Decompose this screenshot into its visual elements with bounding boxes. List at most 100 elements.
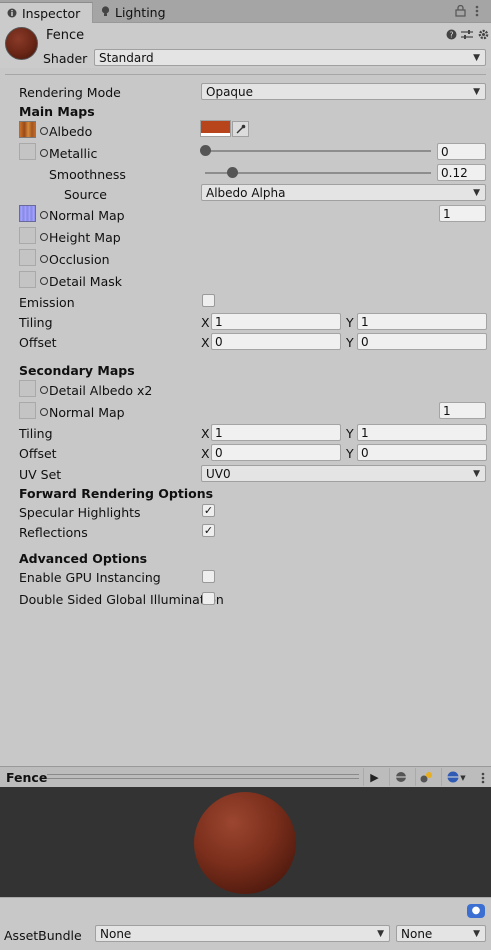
detail-mask-label: Detail Mask: [49, 274, 122, 289]
tiling-y-label: Y: [346, 315, 354, 330]
shader-value: Standard: [99, 50, 154, 65]
material-name: Fence: [46, 28, 85, 43]
asset-bundle-variant-value: None: [401, 926, 433, 941]
reflections-checkbox[interactable]: ✓: [202, 524, 215, 537]
tab-inspector[interactable]: Inspector: [0, 2, 93, 23]
secondary-tiling-y-field[interactable]: 1: [357, 424, 487, 441]
smoothness-value-field[interactable]: 0.12: [437, 164, 486, 181]
tab-lighting[interactable]: Lighting: [94, 2, 187, 23]
normal-map-scale-field[interactable]: 1: [439, 205, 486, 222]
albedo-color-swatch[interactable]: [200, 120, 231, 137]
metallic-texture-slot[interactable]: [19, 143, 36, 160]
svg-text:▼: ▼: [460, 774, 466, 782]
detail-albedo-texture-slot[interactable]: [19, 380, 36, 397]
secondary-maps-heading: Secondary Maps: [19, 363, 135, 378]
metallic-value-field[interactable]: 0: [437, 143, 486, 160]
rendering-mode-dropdown[interactable]: Opaque ▼: [201, 83, 486, 100]
kebab-icon[interactable]: [475, 5, 479, 20]
smoothness-label: Smoothness: [49, 167, 126, 182]
preview-shape-dropdown[interactable]: ▼: [441, 768, 471, 786]
smoothness-slider-thumb[interactable]: [227, 167, 239, 178]
preview-resize-handle[interactable]: [47, 774, 359, 779]
secondary-normal-map-label: Normal Map: [49, 405, 125, 420]
normal-map-texture-slot[interactable]: [19, 205, 36, 222]
detail-mask-texture-slot[interactable]: [19, 271, 36, 288]
asset-bundle-variant-dropdown[interactable]: None ▼: [396, 925, 486, 942]
preview-sphere: [194, 792, 296, 894]
object-picker-icon[interactable]: [40, 149, 48, 157]
metallic-slider-thumb[interactable]: [200, 145, 211, 156]
secondary-normal-map-texture-slot[interactable]: [19, 402, 36, 419]
uv-set-dropdown[interactable]: UV0 ▼: [201, 465, 486, 482]
metallic-label: Metallic: [49, 146, 98, 161]
tiling-x-field[interactable]: 1: [211, 313, 341, 330]
secondary-offset-y-field[interactable]: 0: [357, 444, 487, 461]
height-map-texture-slot[interactable]: [19, 227, 36, 244]
lock-icon[interactable]: [455, 4, 466, 20]
gpu-instancing-checkbox[interactable]: [202, 570, 215, 583]
object-picker-icon[interactable]: [40, 277, 48, 285]
chevron-down-icon: ▼: [473, 469, 480, 479]
offset-y-field[interactable]: 0: [357, 333, 487, 350]
play-icon[interactable]: ▶: [363, 768, 385, 786]
gear-icon[interactable]: [478, 29, 489, 43]
tiling-x-label: X: [201, 315, 210, 330]
source-label: Source: [64, 187, 107, 202]
tiling-label: Tiling: [19, 315, 53, 330]
uv-set-value: UV0: [206, 466, 231, 481]
secondary-normal-scale-field[interactable]: 1: [439, 402, 486, 419]
tiling-y-field[interactable]: 1: [357, 313, 487, 330]
chevron-down-icon: ▼: [473, 53, 480, 63]
source-dropdown[interactable]: Albedo Alpha ▼: [201, 184, 486, 201]
kebab-icon[interactable]: [481, 772, 485, 787]
emission-checkbox[interactable]: [202, 294, 215, 307]
sliders-icon[interactable]: [461, 29, 473, 43]
albedo-texture-slot[interactable]: [19, 121, 36, 138]
secondary-offset-x-field[interactable]: 0: [211, 444, 341, 461]
forward-rendering-heading: Forward Rendering Options: [19, 486, 214, 501]
specular-highlights-label: Specular Highlights: [19, 505, 141, 520]
double-sided-gi-checkbox[interactable]: [202, 592, 215, 605]
secondary-tiling-x-label: X: [201, 426, 210, 441]
shader-dropdown[interactable]: Standard ▼: [94, 49, 486, 66]
source-value: Albedo Alpha: [206, 185, 286, 200]
metallic-slider-track[interactable]: [205, 150, 431, 152]
gpu-instancing-label: Enable GPU Instancing: [19, 570, 161, 585]
preview-header: Fence ▶ ▼: [0, 766, 491, 787]
eyedropper-icon[interactable]: [232, 121, 249, 137]
object-picker-icon[interactable]: [40, 386, 48, 394]
occlusion-label: Occlusion: [49, 252, 110, 267]
info-icon: [7, 6, 17, 21]
secondary-tiling-x-field[interactable]: 1: [211, 424, 341, 441]
help-icon[interactable]: ?: [446, 29, 457, 43]
chevron-down-icon: ▼: [473, 87, 480, 97]
offset-y-label: Y: [346, 335, 354, 350]
specular-highlights-checkbox[interactable]: ✓: [202, 504, 215, 517]
occlusion-texture-slot[interactable]: [19, 249, 36, 266]
advanced-options-heading: Advanced Options: [19, 551, 148, 566]
object-picker-icon[interactable]: [40, 211, 48, 219]
tab-inspector-label: Inspector: [22, 5, 81, 21]
object-picker-icon[interactable]: [40, 233, 48, 241]
chevron-down-icon: ▼: [473, 188, 480, 198]
mesh-sphere-icon[interactable]: [389, 768, 411, 786]
divider: [5, 74, 486, 75]
offset-label: Offset: [19, 335, 57, 350]
secondary-offset-label: Offset: [19, 446, 57, 461]
smoothness-slider-track[interactable]: [205, 172, 431, 174]
asset-bundle-name-dropdown[interactable]: None ▼: [95, 925, 390, 942]
object-picker-icon[interactable]: [40, 127, 48, 135]
asset-bundle-label: AssetBundle: [4, 928, 82, 943]
object-picker-icon[interactable]: [40, 255, 48, 263]
offset-x-field[interactable]: 0: [211, 333, 341, 350]
lights-icon[interactable]: [415, 768, 437, 786]
object-picker-icon[interactable]: [40, 408, 48, 416]
tab-bar: Inspector Lighting: [0, 0, 491, 23]
albedo-label: Albedo: [49, 124, 93, 139]
tag-icon[interactable]: ●: [467, 904, 485, 918]
reflections-label: Reflections: [19, 525, 88, 540]
detail-albedo-label: Detail Albedo x2: [49, 383, 153, 398]
uv-set-label: UV Set: [19, 467, 62, 482]
bulb-icon: [101, 5, 110, 20]
secondary-offset-y-label: Y: [346, 446, 354, 461]
